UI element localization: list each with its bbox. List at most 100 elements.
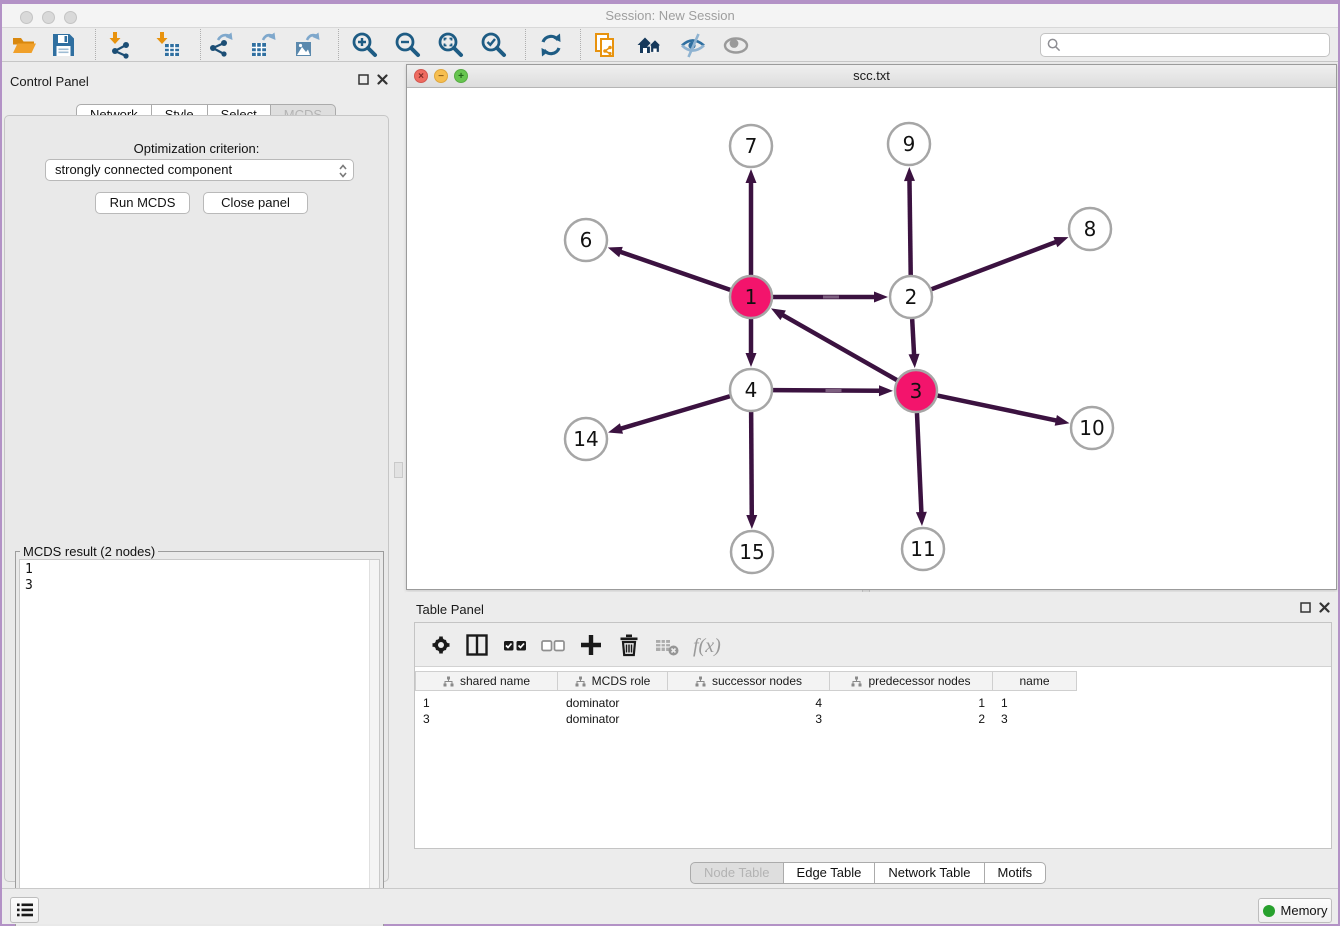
export-image-button[interactable] xyxy=(293,31,321,59)
column-header-name[interactable]: name xyxy=(993,671,1077,691)
cell-predecessor-nodes: 2 xyxy=(830,711,993,727)
import-network-button[interactable] xyxy=(106,31,134,59)
delete-table-icon xyxy=(653,631,681,659)
list-icon xyxy=(16,902,34,918)
graph-arrowhead xyxy=(608,247,623,257)
memory-button[interactable]: Memory xyxy=(1258,898,1332,923)
export-table-button[interactable] xyxy=(249,31,277,59)
column-header-successor-nodes[interactable]: successor nodes xyxy=(668,671,830,691)
hide-selection-button[interactable] xyxy=(679,31,707,59)
tab-edge-table[interactable]: Edge Table xyxy=(784,862,876,884)
import-table-button[interactable] xyxy=(153,31,181,59)
float-panel-icon[interactable] xyxy=(358,74,369,85)
import-network-icon xyxy=(106,31,134,59)
status-bar: Memory xyxy=(2,888,1338,924)
svg-text:f(x): f(x) xyxy=(693,635,721,657)
zoom-out-button[interactable] xyxy=(394,31,422,59)
graph-edge-2-9[interactable] xyxy=(909,179,910,275)
import-table-icon xyxy=(153,31,181,59)
tab-network-table[interactable]: Network Table xyxy=(875,862,984,884)
graph-node-label: 7 xyxy=(745,134,758,158)
graph-arrowhead xyxy=(746,353,757,367)
column-header-shared-name[interactable]: shared name xyxy=(415,671,558,691)
table-row[interactable]: 3 dominator 3 2 3 xyxy=(415,711,1077,727)
control-panel-title: Control Panel xyxy=(10,74,89,89)
function-builder-button-disabled: f(x) xyxy=(691,631,727,659)
tab-node-table[interactable]: Node Table xyxy=(690,862,784,884)
gear-icon xyxy=(427,631,455,659)
select-all-button[interactable] xyxy=(501,631,529,659)
delete-column-button[interactable] xyxy=(615,631,643,659)
mcds-tab-pane: Optimization criterion: strongly connect… xyxy=(4,115,389,882)
column-label: MCDS role xyxy=(592,674,651,688)
graph-edge-2-3[interactable] xyxy=(912,319,914,356)
memory-status-dot xyxy=(1263,905,1275,917)
close-panel-button[interactable]: Close panel xyxy=(203,192,308,214)
graph-edge-3-11[interactable] xyxy=(917,413,921,514)
fx-icon: f(x) xyxy=(691,631,727,659)
save-session-button[interactable] xyxy=(49,31,77,59)
cell-shared-name: 3 xyxy=(415,711,558,727)
show-selection-button[interactable] xyxy=(722,31,750,59)
toolbar-separator xyxy=(200,29,201,60)
network-view-window: × − + scc.txt 7968124314101511 xyxy=(406,64,1337,590)
graph-edge-4-14[interactable] xyxy=(620,396,730,429)
add-column-button[interactable] xyxy=(577,631,605,659)
tree-icon xyxy=(695,676,706,687)
graph-edge-2-8[interactable] xyxy=(932,241,1058,289)
graph-edge-3-10[interactable] xyxy=(938,396,1058,421)
float-table-panel-icon[interactable] xyxy=(1300,602,1311,613)
graph-edge-1-6[interactable] xyxy=(619,251,730,289)
toolbar-separator xyxy=(525,29,526,60)
deselect-all-button[interactable] xyxy=(539,631,567,659)
column-header-predecessor-nodes[interactable]: predecessor nodes xyxy=(830,671,993,691)
open-session-button[interactable] xyxy=(10,31,38,59)
close-table-panel-icon[interactable] xyxy=(1319,602,1330,613)
apply-layout-button[interactable] xyxy=(537,31,565,59)
toolbar-separator xyxy=(580,29,581,60)
mcds-result-title: MCDS result (2 nodes) xyxy=(20,544,158,559)
run-mcds-button[interactable]: Run MCDS xyxy=(95,192,190,214)
duplicate-network-button[interactable] xyxy=(592,31,620,59)
zoom-selected-button[interactable] xyxy=(480,31,508,59)
column-header-mcds-role[interactable]: MCDS role xyxy=(558,671,668,691)
show-all-networks-button[interactable] xyxy=(636,31,664,59)
mcds-result-list[interactable]: 1 3 xyxy=(19,559,380,920)
column-layout-button[interactable] xyxy=(463,631,491,659)
zoom-in-icon xyxy=(351,31,379,59)
zoom-out-icon xyxy=(394,31,422,59)
table-row[interactable]: 1 dominator 4 1 1 xyxy=(415,695,1077,711)
tab-motifs[interactable]: Motifs xyxy=(985,862,1047,884)
table-panel: Table Panel xyxy=(406,592,1338,888)
table-settings-button[interactable] xyxy=(427,631,455,659)
export-table-icon xyxy=(249,31,277,59)
criterion-select[interactable]: strongly connected component xyxy=(45,159,354,181)
split-panel-icon xyxy=(463,631,491,659)
cell-successor-nodes: 3 xyxy=(668,711,830,727)
network-graph[interactable]: 7968124314101511 xyxy=(407,88,1336,589)
result-line: 1 xyxy=(25,562,379,578)
zoom-fit-button[interactable] xyxy=(437,31,465,59)
main-toolbar xyxy=(2,28,1338,62)
task-history-button[interactable] xyxy=(10,897,39,923)
checked-boxes-icon xyxy=(501,631,529,659)
criterion-value: strongly connected component xyxy=(55,162,232,177)
graph-node-label: 15 xyxy=(739,540,764,564)
graph-edge-4-15[interactable] xyxy=(751,412,752,517)
zoom-in-button[interactable] xyxy=(351,31,379,59)
network-window-title: scc.txt xyxy=(407,68,1336,83)
export-network-button[interactable] xyxy=(206,31,234,59)
vertical-splitter-handle[interactable] xyxy=(394,462,403,478)
graph-edge-3-1[interactable] xyxy=(781,314,896,380)
save-floppy-icon xyxy=(49,31,77,59)
result-scrollbar[interactable] xyxy=(369,560,379,919)
result-line: 3 xyxy=(25,578,379,594)
network-canvas[interactable]: 7968124314101511 xyxy=(407,88,1336,589)
cell-successor-nodes: 4 xyxy=(668,695,830,711)
search-input[interactable] xyxy=(1040,33,1330,57)
network-window-titlebar[interactable]: × − + scc.txt xyxy=(407,65,1336,88)
window-title: Session: New Session xyxy=(2,8,1338,23)
open-folder-icon xyxy=(10,31,38,59)
graph-arrowhead xyxy=(746,169,757,183)
close-panel-icon[interactable] xyxy=(377,74,388,85)
